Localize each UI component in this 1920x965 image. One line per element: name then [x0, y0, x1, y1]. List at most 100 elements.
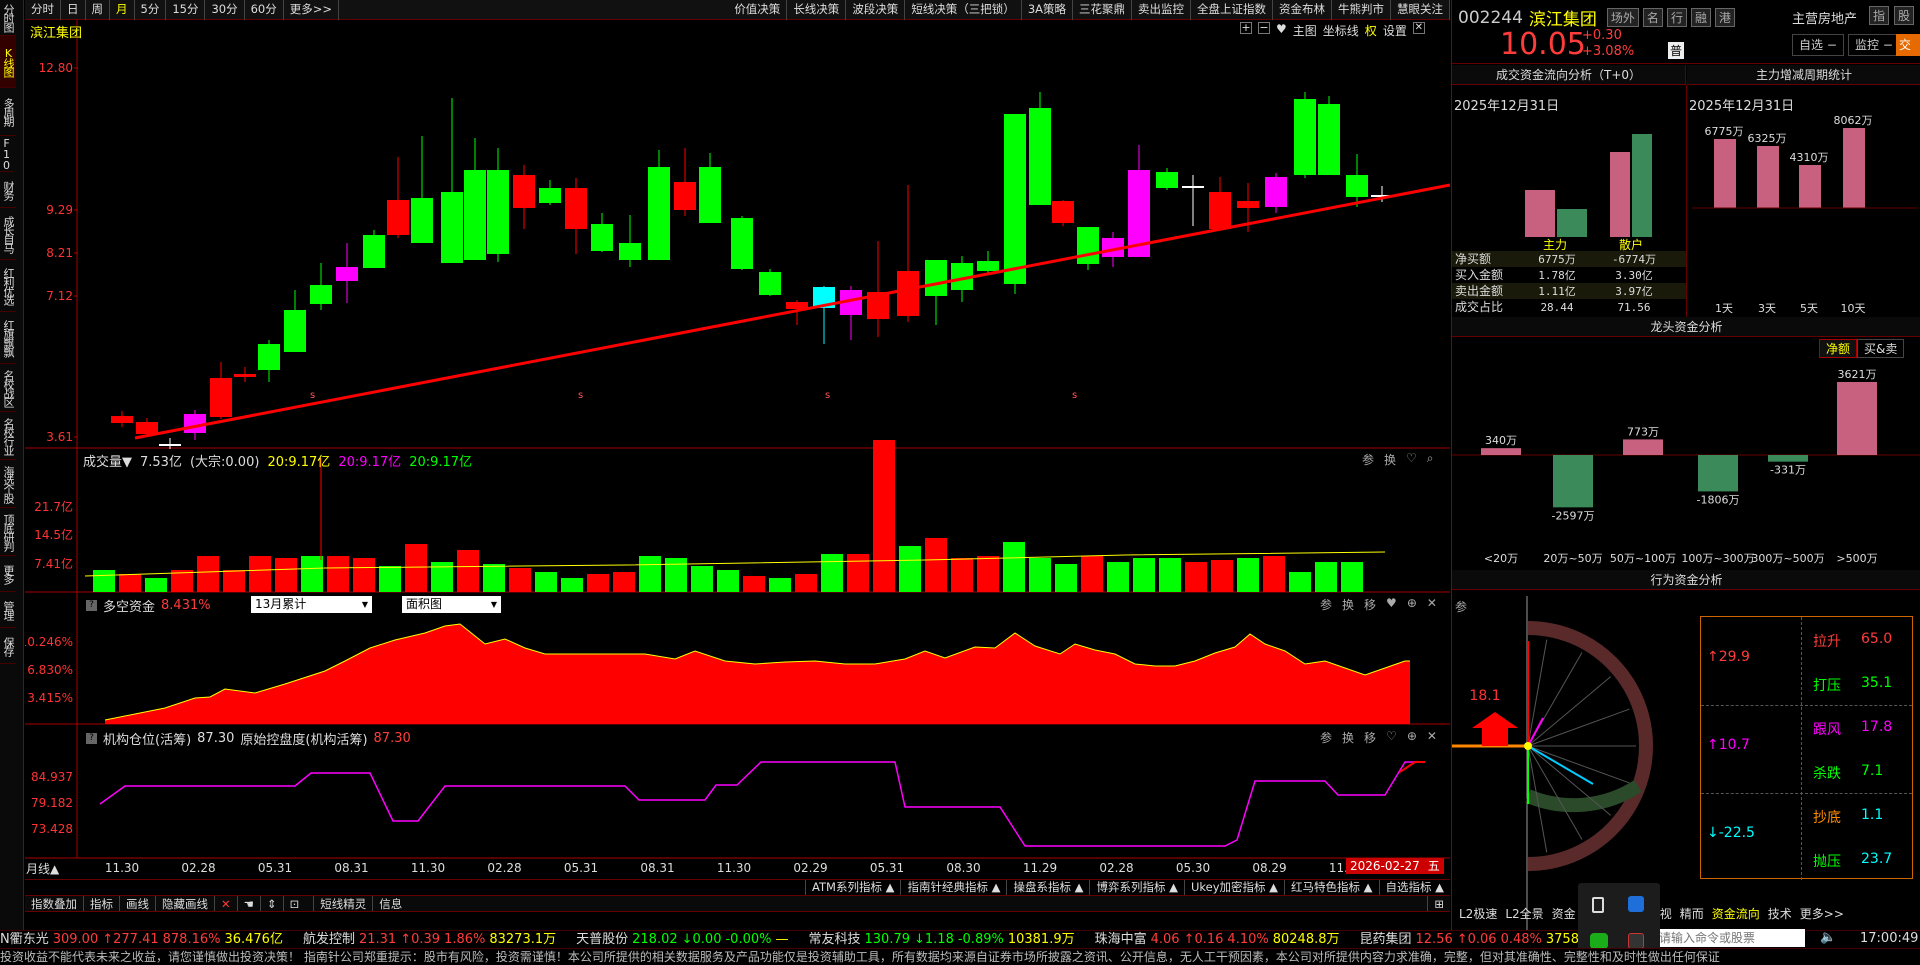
left-tab-1[interactable]: K线图 — [0, 36, 16, 88]
heart-icon[interactable]: ♥ — [1276, 22, 1287, 39]
strategy-tab-3[interactable]: 短线决策（三把锁） — [905, 0, 1022, 20]
strategy-tab-1[interactable]: 长线决策 — [787, 0, 847, 20]
close-panel-icon[interactable]: ✕ — [1412, 22, 1425, 34]
volume-fav-icon[interactable]: ♡ — [1406, 451, 1417, 468]
lock-icon[interactable]: ⊡ — [282, 896, 306, 911]
duokong-zoom-icon[interactable]: ⊕ — [1407, 596, 1417, 613]
status-tab-8[interactable]: 技术 — [1764, 906, 1796, 922]
status-tab-9[interactable]: 更多>> — [1796, 906, 1848, 922]
ticker-item[interactable]: 天普股份 218.02 ↓0.00 -0.00% — — [576, 932, 798, 947]
period-tab-3[interactable]: 月 — [110, 0, 135, 20]
period-tab-7[interactable]: 60分 — [245, 0, 284, 20]
jigou-move-button[interactable]: 移 — [1364, 729, 1376, 746]
minus-icon[interactable]: − — [1258, 22, 1270, 34]
ticker-item[interactable]: 航发控制 21.31 ↑0.39 1.86% 83273.1万 — [303, 932, 566, 947]
indicator-menu-3[interactable]: 博弈系列指标 ▲ — [1089, 880, 1184, 895]
left-tab-8[interactable]: 名校战区 — [0, 364, 16, 412]
volume-title[interactable]: 成交量▼ — [83, 451, 132, 470]
delete-icon[interactable]: ✕ — [214, 896, 237, 911]
app-icon[interactable] — [1628, 933, 1644, 949]
period-label[interactable]: 月线▲ — [26, 860, 59, 877]
left-tab-0[interactable]: 分时图 — [0, 0, 16, 36]
duokong-close-icon[interactable]: ✕ — [1427, 596, 1437, 613]
ticker-item[interactable]: 常友科技 130.79 ↓1.18 -0.89% 10381.9万 — [808, 932, 1084, 947]
help-icon[interactable]: ? — [86, 600, 97, 611]
ticker-item[interactable]: N衢东光 309.00 ↑277.41 878.16% 36.476亿 — [0, 932, 293, 947]
draw-line-button[interactable]: 画线 — [119, 896, 155, 911]
left-tab-6[interactable]: 红利优选 — [0, 260, 16, 312]
left-tab-11[interactable]: 顶底研判 — [0, 508, 16, 556]
duokong-move-button[interactable]: 移 — [1364, 596, 1376, 613]
usb-icon[interactable] — [1592, 897, 1604, 913]
duokong-fav-icon[interactable]: ♥ — [1386, 596, 1397, 613]
left-tab-5[interactable]: 成长自马 — [0, 208, 16, 260]
period-tab-8[interactable]: 更多>> — [284, 0, 340, 20]
volume-icon[interactable]: 🔈 — [1820, 930, 1836, 945]
left-tab-3[interactable]: F10 — [0, 136, 13, 172]
add-icon[interactable]: + — [1240, 22, 1252, 34]
settings-button[interactable]: 设置 — [1383, 22, 1407, 39]
indicator-button[interactable]: 指标 — [83, 896, 119, 911]
indicator-menu-6[interactable]: 自选指标 ▲ — [1378, 880, 1451, 895]
left-tab-12[interactable]: 更多 — [0, 556, 16, 592]
left-tab-13[interactable]: 管理 — [0, 592, 16, 628]
status-tab-7[interactable]: 资金流向 — [1708, 906, 1764, 922]
expand-icon[interactable]: ⊞ — [1427, 896, 1450, 911]
strategy-tab-9[interactable]: 牛熊判市 — [1332, 0, 1391, 20]
command-input[interactable] — [1655, 929, 1805, 947]
left-tab-2[interactable]: 多周期 — [0, 88, 16, 136]
strategy-tab-8[interactable]: 资金布林 — [1273, 0, 1332, 20]
overlay-index-button[interactable]: 指数叠加 — [25, 896, 83, 911]
period-tab-5[interactable]: 15分 — [166, 0, 206, 20]
period-tab-4[interactable]: 5分 — [135, 0, 167, 20]
duokong-switch-button[interactable]: 换 — [1342, 596, 1354, 613]
volume-zoom-icon[interactable]: ⌕ — [1427, 451, 1434, 468]
left-tab-10[interactable]: 海选个股 — [0, 460, 16, 508]
status-tab-1[interactable]: L2全景 — [1501, 906, 1547, 922]
jigou-fav-icon[interactable]: ♡ — [1386, 729, 1397, 746]
period-tab-6[interactable]: 30分 — [205, 0, 245, 20]
volume-switch-button[interactable]: 换 — [1384, 451, 1396, 468]
left-tab-7[interactable]: 红旗飘飘 — [0, 312, 16, 364]
strategy-tab-4[interactable]: 3A策略 — [1022, 0, 1073, 20]
status-tab-0[interactable]: L2极速 — [1455, 906, 1501, 922]
strategy-tab-5[interactable]: 三花聚鼎 — [1073, 0, 1132, 20]
period-tab-0[interactable]: 分时 — [25, 0, 61, 20]
indicator-menu-2[interactable]: 操盘系指标 ▲ — [1006, 880, 1089, 895]
hide-lines-button[interactable]: 隐藏画线 — [155, 896, 214, 911]
strategy-tab-10[interactable]: 慧眼关注 — [1391, 0, 1450, 20]
wechat-icon[interactable] — [1590, 933, 1608, 949]
indicator-menu-4[interactable]: Ukey加密指标 ▲ — [1183, 880, 1284, 895]
left-tab-14[interactable]: 保存 — [0, 628, 16, 664]
axis-line-button[interactable]: 坐标线 — [1323, 22, 1359, 39]
strategy-tab-2[interactable]: 波段决策 — [846, 0, 906, 20]
short-term-spirit-button[interactable]: 短线精灵 — [313, 896, 372, 911]
status-tab-2[interactable]: 资金 — [1548, 906, 1580, 922]
info-button[interactable]: 信息 — [372, 896, 408, 911]
indicator-menu-0[interactable]: ATM系列指标 ▲ — [805, 880, 900, 895]
period-tab-2[interactable]: 周 — [86, 0, 110, 20]
strategy-tab-6[interactable]: 卖出监控 — [1132, 0, 1191, 20]
indicator-menu-5[interactable]: 红马特色指标 ▲ — [1284, 880, 1379, 895]
hand-icon[interactable]: ☚ — [236, 896, 260, 911]
indicator-menu-1[interactable]: 指南针经典指标 ▲ — [900, 880, 1006, 895]
help-icon[interactable]: ? — [86, 733, 97, 744]
jigou-switch-button[interactable]: 换 — [1342, 729, 1354, 746]
status-tab-6[interactable]: 精而 — [1676, 906, 1708, 922]
main-chart-button[interactable]: 主图 — [1293, 22, 1317, 39]
volume-param-button[interactable]: 参 — [1362, 451, 1374, 468]
jigou-param-button[interactable]: 参 — [1320, 729, 1332, 746]
ticker-item[interactable]: 珠海中富 4.06 ↑0.16 4.10% 80248.8万 — [1095, 932, 1350, 947]
jigou-close-icon[interactable]: ✕ — [1427, 729, 1437, 746]
jigou-zoom-icon[interactable]: ⊕ — [1407, 729, 1417, 746]
duokong-select-1[interactable]: 13月累计 ▼ — [251, 596, 372, 613]
duokong-select-2[interactable]: 面积图 ▼ — [402, 596, 501, 613]
period-tab-1[interactable]: 日 — [61, 0, 86, 20]
strategy-tab-7[interactable]: 全盘上证指数 — [1191, 0, 1273, 20]
rights-button[interactable]: 权 — [1365, 22, 1377, 39]
strategy-tab-0[interactable]: 价值决策 — [728, 0, 788, 20]
left-tab-4[interactable]: 财务 — [0, 172, 16, 208]
ticker-item[interactable]: 昆药集团 12.56 ↑0.06 0.48% 3758.7万 — [1360, 932, 1615, 947]
duokong-param-button[interactable]: 参 — [1320, 596, 1332, 613]
move-icon[interactable]: ⇕ — [259, 896, 283, 911]
